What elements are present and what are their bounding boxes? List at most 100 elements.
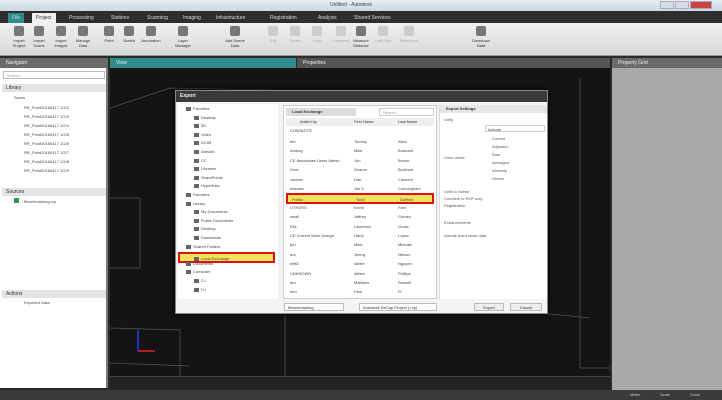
table-row[interactable]: bett2 Albert Nguyen [286,259,434,268]
tree-item[interactable]: SharePoints [194,175,223,180]
ribbon-tab-shared-services[interactable]: Shared Services [350,13,395,23]
scan-item[interactable]: RR_Point20160417 1/2/3 [24,114,69,119]
ribbon-tab-stations[interactable]: Stations [107,13,133,23]
tree-item[interactable]: Documents [186,261,213,266]
color-mode-option[interactable]: Raw [492,152,500,157]
scans-root[interactable]: Scans [14,95,25,100]
ribbon-button[interactable]: Delete [284,26,306,54]
ribbon-tab-analysis[interactable]: Analysis [314,13,341,23]
status-zoom[interactable]: Zoom [690,392,700,397]
format-select[interactable]: Autodesk ReCap Project (.rcp) [359,303,437,311]
tree-item[interactable]: Favorites [186,192,209,197]
ribbon-button[interactable]: Unify [306,26,328,54]
color-mode-option[interactable]: Averaged [492,160,509,165]
ribbon-tab-registration[interactable]: Registration [266,13,301,23]
actions-header[interactable]: Actions [2,290,106,298]
ribbon-button[interactable]: Edit [262,26,284,54]
table-row[interactable]: Dont Sharon Burkhart [286,165,434,174]
ribbon-button[interactable]: Segment [330,26,352,54]
scan-item[interactable]: RR_Point20160417 1/2/5 [24,132,69,137]
ribbon-button[interactable]: Import Scans [28,26,50,54]
tree-item[interactable]: Shared Folders [186,244,220,249]
tree-item[interactable]: CC [194,158,207,163]
ribbon-button[interactable]: Sketch [118,26,140,54]
ribbon-tab-processing[interactable]: Processing [65,13,98,23]
ribbon-tab-project[interactable]: Project [32,13,56,23]
table-row[interactable]: bm Tommy Allen [286,137,434,146]
ribbon-tab-file[interactable]: File [8,13,25,23]
mode-dropdown[interactable]: Include [485,125,545,132]
action-item[interactable]: Exported Data [24,300,50,305]
tree-item[interactable]: DCIM [194,140,211,145]
contact-list[interactable]: Local Exchange Search Added by First Nam… [283,105,437,299]
maximize-button[interactable] [675,1,689,9]
col-added-by[interactable]: Added by [300,119,317,124]
table-row[interactable]: dru Matthew Russell [286,278,434,287]
search-input[interactable]: Search [3,71,105,79]
color-mode-option[interactable]: Current [492,136,505,141]
scan-item[interactable]: RR_Point20160417 1/2/6 [24,141,69,146]
col-last-name[interactable]: Last Name [398,119,417,124]
table-row[interactable]: OTHERS Kevin Fam [286,203,434,212]
cancel-button[interactable]: Cancel [510,303,542,311]
ribbon-button[interactable]: Annotation [140,26,162,54]
ribbon-button[interactable]: Limit Box [372,26,394,54]
tree-item[interactable]: Libraries [194,166,216,171]
ribbon-tab-infrastructure[interactable]: Infrastructure [212,13,249,23]
ribbon-button[interactable]: Point [98,26,120,54]
ribbon-tab-scanning[interactable]: Scanning [143,13,172,23]
scan-item[interactable]: RR_Point20160417 1/2/7 [24,150,69,155]
table-row[interactable]: mm Paul Pi [286,287,434,296]
ribbon-button[interactable]: Import Project [8,26,30,54]
folder-tree[interactable]: Favorites Desktop 3D Video DCIM Artwork CC Libr… [178,104,278,299]
scan-item[interactable]: RR_Point20160417 1/2/9 [24,168,69,173]
tree-item[interactable]: C:\ [194,278,206,283]
scan-item[interactable]: RR_Point20160417 1/1/2 [24,105,69,110]
tree-item[interactable]: Hyperlinks [194,183,220,188]
table-row[interactable]: fpu Mike Michael [286,240,434,249]
export-button[interactable]: Export [474,303,504,311]
filename-input[interactable]: Benchmarking [284,303,344,311]
tree-item[interactable]: Favorites [186,106,209,111]
scan-item[interactable]: RR_Point20160417 1/2/8 [24,159,69,164]
color-mode-option[interactable]: Adjusted [492,144,508,149]
tab-local-exchange[interactable]: Local Exchange [286,108,356,116]
tree-item[interactable]: My Documents [194,209,228,214]
tree-item[interactable]: Library [186,201,205,206]
ribbon-button[interactable]: Measure Distance [350,26,372,54]
table-row[interactable]: Ells Lawrence Gross [286,222,434,231]
table-row[interactable]: urs Jimmy Nelson [286,250,434,259]
tab-view[interactable]: View [110,58,296,68]
status-scale[interactable]: Scale [660,392,670,397]
ribbon-button[interactable]: Import Images [50,26,72,54]
col-first-name[interactable]: First Name [354,119,374,124]
library-header[interactable]: Library [2,84,106,92]
tree-item[interactable]: Downloads [194,235,221,240]
view-toolbar[interactable] [110,376,610,390]
color-mode-option[interactable]: Others [492,176,504,181]
close-button[interactable] [690,1,712,9]
tree-item[interactable]: Computer [186,269,211,274]
ribbon-button[interactable]: Layer Manager [172,26,194,54]
tab-properties[interactable]: Properties [297,58,610,68]
tree-item[interactable]: 3D [194,123,206,128]
table-row[interactable]: vadmin Dan Clement [286,175,434,184]
table-row[interactable]: CE Current Work Design Harry Lopez [286,231,434,240]
table-row[interactable]: CE Associates Users Admin Jon Brown [286,156,434,165]
color-mode-option[interactable]: Intensity [492,168,507,173]
status-meter[interactable]: Meter [630,392,640,397]
source-item[interactable]: Benchmarking.rcp [24,199,56,204]
minimize-button[interactable] [660,1,674,9]
tree-item[interactable]: D:\ [194,287,206,292]
tree-item[interactable]: Desktop [194,115,216,120]
scan-item[interactable]: RR_Point20160417 1/2/4 [24,123,69,128]
tree-item[interactable]: Public Documents [194,218,233,223]
tree-item[interactable]: Video [194,132,211,137]
ribbon-tab-imaging[interactable]: Imaging [179,13,205,23]
table-row[interactable]: Ambag Mike Brainard [286,146,434,155]
ribbon-button[interactable]: Download Data [470,26,492,54]
ribbon-button[interactable]: Add Scene Data [224,26,246,54]
ribbon-button[interactable]: Reference [398,26,420,54]
ribbon-button[interactable]: Manage Data [72,26,94,54]
tree-item[interactable]: Desktop [194,226,216,231]
